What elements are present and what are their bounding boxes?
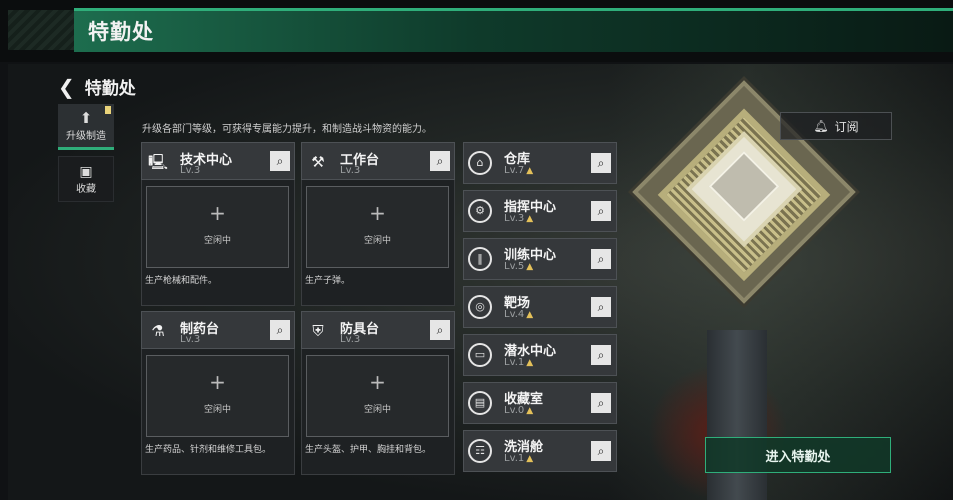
upgrade-chevron-icon: ▲	[526, 262, 534, 272]
search-icon[interactable]: ⌕	[270, 151, 290, 171]
facility-item-command-center[interactable]: ⚙ 指挥中心 Lv.3 ▲ ⌕	[463, 190, 617, 232]
upgrade-chevron-icon: ▲	[526, 454, 534, 464]
station-level: Lv.3	[340, 165, 361, 176]
armor-icon: ⛨	[312, 322, 324, 340]
warehouse-icon: ⌂	[468, 151, 492, 175]
description-text: 升级各部门等级，可获得专属能力提升，和制造战斗物资的能力。	[142, 124, 432, 135]
slot-status: 空闲中	[203, 405, 231, 415]
slot-status: 空闲中	[363, 405, 391, 415]
station-header[interactable]: 🖳︎ 技术中心 Lv.3 ⌕	[141, 142, 295, 180]
search-icon[interactable]: ⌕	[591, 441, 611, 461]
upgrade-chevron-icon: ▲	[526, 406, 534, 416]
facility-level: Lv.0 ▲	[504, 405, 534, 416]
enter-button[interactable]: 进入特勤处	[705, 437, 891, 473]
pillar-decoration	[707, 330, 767, 500]
collection-icon: ▣	[79, 163, 93, 180]
production-slot[interactable]: + 空闲中	[146, 355, 289, 437]
station-description: 生产子弹。	[305, 276, 351, 286]
subscribe-label: 订阅	[834, 119, 859, 134]
station-card[interactable]: ⚗ 制药台 Lv.3 ⌕ + 空闲中 生产药品、针剂和维修工具包。	[141, 311, 295, 475]
search-icon[interactable]: ⌕	[591, 201, 611, 221]
facility-item-training-center[interactable]: ‖ 训练中心 Lv.5 ▲ ⌕	[463, 238, 617, 280]
upgrade-chevron-icon: ▲	[526, 166, 534, 176]
back-nav[interactable]: ❮ 特勤处	[58, 74, 136, 100]
microscope-icon: ⚗	[151, 322, 165, 340]
search-icon[interactable]: ⌕	[270, 320, 290, 340]
command-icon: ⚙	[468, 199, 492, 223]
plus-icon: +	[369, 370, 386, 394]
facility-item-warehouse[interactable]: ⌂ 仓库 Lv.7 ▲ ⌕	[463, 142, 617, 184]
upgrade-chevron-icon: ▲	[526, 358, 534, 368]
facility-level: Lv.1 ▲	[504, 357, 534, 368]
upgrade-icon: ⬆	[79, 109, 93, 127]
page-title: 特勤处	[88, 20, 154, 44]
upgrade-chevron-icon: ▲	[526, 310, 534, 320]
computer-icon: 🖳︎	[148, 153, 169, 171]
search-icon[interactable]: ⌕	[430, 151, 450, 171]
facility-level: Lv.1 ▲	[504, 453, 534, 464]
header-decoration	[8, 10, 74, 50]
tab-collection[interactable]: ▣ 收藏	[58, 156, 114, 202]
station-description: 生产枪械和配件。	[145, 276, 218, 286]
search-icon[interactable]: ⌕	[591, 249, 611, 269]
station-level: Lv.3	[180, 165, 201, 176]
facility-item-diving-center[interactable]: ▭ 潜水中心 Lv.1 ▲ ⌕	[463, 334, 617, 376]
back-label[interactable]: 特勤处	[85, 74, 136, 99]
search-icon[interactable]: ⌕	[591, 297, 611, 317]
station-level: Lv.3	[340, 334, 361, 345]
subscribe-button[interactable]: 🔔︎ 订阅	[780, 112, 892, 140]
collection-icon: ▤	[468, 391, 492, 415]
bell-icon: 🔔︎	[813, 119, 829, 133]
facility-level: Lv.4 ▲	[504, 309, 534, 320]
station-header[interactable]: ⚒ 工作台 Lv.3 ⌕	[301, 142, 455, 180]
shower-icon: ☶	[468, 439, 492, 463]
slot-status: 空闲中	[363, 236, 391, 246]
plus-icon: +	[369, 201, 386, 225]
production-slot[interactable]: + 空闲中	[306, 355, 449, 437]
tab-upgrade-manufacture[interactable]: ⬆ 升级制造	[58, 104, 114, 150]
search-icon[interactable]: ⌕	[430, 320, 450, 340]
search-icon[interactable]: ⌕	[591, 345, 611, 365]
facility-item-shooting-range[interactable]: ◎ 靶场 Lv.4 ▲ ⌕	[463, 286, 617, 328]
diving-mask-icon: ▭	[468, 343, 492, 367]
station-description: 生产药品、针剂和维修工具包。	[145, 445, 272, 455]
top-bar: 特勤处	[0, 0, 953, 62]
station-card[interactable]: ⚒ 工作台 Lv.3 ⌕ + 空闲中 生产子弹。	[301, 142, 455, 306]
facility-item-collection-room[interactable]: ▤ 收藏室 Lv.0 ▲ ⌕	[463, 382, 617, 424]
slot-status: 空闲中	[203, 236, 231, 246]
production-slot[interactable]: + 空闲中	[306, 186, 449, 268]
facility-level: Lv.3 ▲	[504, 213, 534, 224]
tab-label: 升级制造	[66, 131, 106, 142]
tab-marker	[105, 106, 111, 114]
facility-level: Lv.7 ▲	[504, 165, 534, 176]
station-header[interactable]: ⚗ 制药台 Lv.3 ⌕	[141, 311, 295, 349]
plus-icon: +	[209, 370, 226, 394]
back-arrow-icon[interactable]: ❮	[58, 75, 75, 99]
tools-icon: ⚒	[311, 153, 325, 171]
plus-icon: +	[209, 201, 226, 225]
search-icon[interactable]: ⌕	[591, 393, 611, 413]
station-card[interactable]: 🖳︎ 技术中心 Lv.3 ⌕ + 空闲中 生产枪械和配件。	[141, 142, 295, 306]
station-description: 生产头盔、护甲、胸挂和背包。	[305, 445, 432, 455]
search-icon[interactable]: ⌕	[591, 153, 611, 173]
facility-level: Lv.5 ▲	[504, 261, 534, 272]
target-icon: ◎	[468, 295, 492, 319]
header-banner	[74, 8, 953, 52]
station-level: Lv.3	[180, 334, 201, 345]
dumbbell-icon: ‖	[468, 247, 492, 271]
tab-label: 收藏	[76, 183, 96, 195]
station-header[interactable]: ⛨ 防具台 Lv.3 ⌕	[301, 311, 455, 349]
station-card[interactable]: ⛨ 防具台 Lv.3 ⌕ + 空闲中 生产头盔、护甲、胸挂和背包。	[301, 311, 455, 475]
facility-item-decontamination[interactable]: ☶ 洗消舱 Lv.1 ▲ ⌕	[463, 430, 617, 472]
production-slot[interactable]: + 空闲中	[146, 186, 289, 268]
upgrade-chevron-icon: ▲	[526, 214, 534, 224]
